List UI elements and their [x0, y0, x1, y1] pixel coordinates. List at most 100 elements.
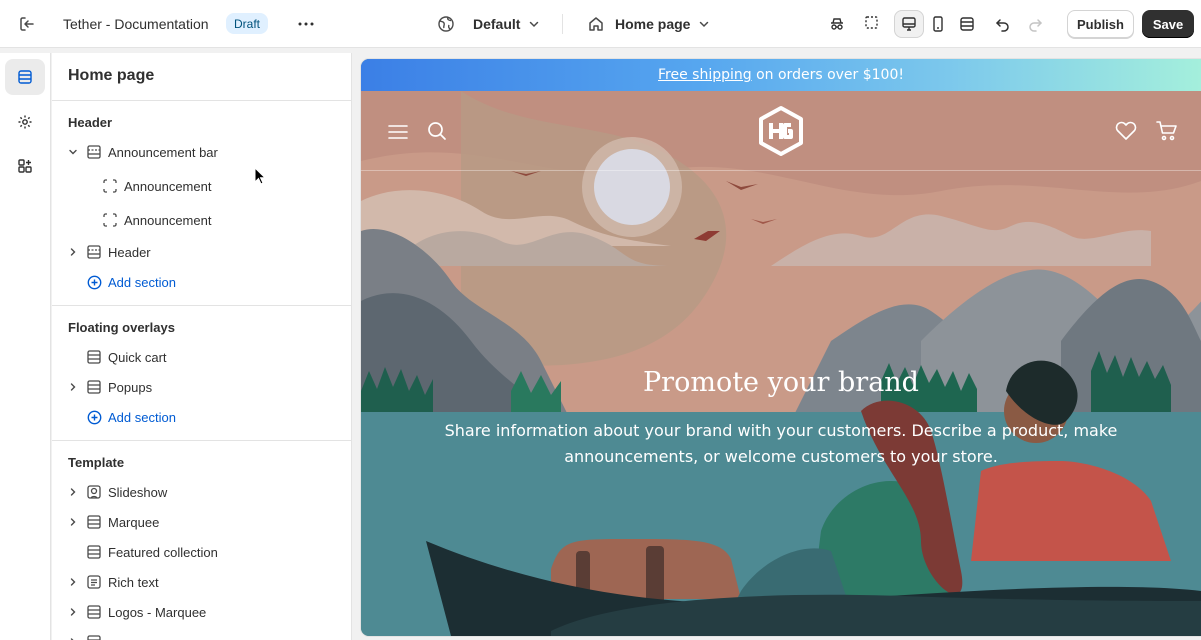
- undo-icon: [994, 15, 1012, 33]
- theme-selector[interactable]: Default: [437, 0, 540, 48]
- theme-label: Default: [473, 16, 521, 32]
- section-icon: [86, 349, 102, 365]
- block-item-announcement[interactable]: Announcement: [52, 206, 351, 234]
- section-label: Logos - Marquee: [108, 604, 207, 620]
- inspector-button[interactable]: [858, 10, 888, 38]
- block-label: Announcement: [124, 178, 212, 194]
- section-icon: [86, 634, 102, 640]
- section-label: Featured collection: [108, 544, 218, 560]
- settings-tab[interactable]: [5, 104, 45, 140]
- page-title: Home page: [68, 67, 155, 84]
- gear-icon: [17, 114, 33, 130]
- top-bar: Tether - Documentation Draft Default Hom…: [0, 0, 1201, 48]
- mouse-cursor-icon: [254, 167, 266, 185]
- block-item-announcement[interactable]: Announcement: [52, 172, 351, 200]
- theme-store-button[interactable]: [822, 10, 852, 38]
- chevron-down-icon: [698, 18, 710, 30]
- chevron-right-icon[interactable]: [66, 380, 80, 394]
- desktop-view-button[interactable]: [894, 10, 924, 38]
- section-label: Quick cart: [108, 349, 167, 365]
- hamburger-icon: [388, 124, 408, 140]
- section-item-featured-collection[interactable]: Featured collection: [52, 538, 351, 566]
- full-width-button[interactable]: [952, 10, 982, 38]
- section-item-partial[interactable]: [52, 628, 351, 640]
- chevron-right-icon[interactable]: [66, 605, 80, 619]
- section-icon: [86, 514, 102, 530]
- menu-button[interactable]: [387, 121, 409, 143]
- block-label: Announcement: [124, 212, 212, 228]
- section-item-announcement-bar[interactable]: Announcement bar: [52, 138, 351, 166]
- save-button[interactable]: Save: [1142, 10, 1194, 38]
- sections-icon: [17, 69, 33, 85]
- sections-tab[interactable]: [5, 59, 45, 95]
- apps-tab[interactable]: [5, 148, 45, 184]
- divider: [52, 305, 351, 306]
- mobile-icon: [929, 15, 947, 33]
- section-label: Popups: [108, 379, 153, 395]
- group-title-template: Template: [68, 455, 125, 470]
- section-label: Marquee: [108, 514, 160, 530]
- chevron-right-icon[interactable]: [66, 485, 80, 499]
- add-section-button[interactable]: Add section: [52, 268, 351, 296]
- redo-icon: [1026, 15, 1044, 33]
- cart-button[interactable]: [1155, 119, 1179, 143]
- page-selector[interactable]: Home page: [587, 0, 710, 48]
- logo-icon: [755, 105, 807, 157]
- cursor-select-icon: [864, 15, 882, 33]
- announcement-text: on orders over $100!: [751, 67, 904, 83]
- chevron-right-icon[interactable]: [66, 515, 80, 529]
- exit-button[interactable]: [14, 0, 40, 48]
- left-rail: [0, 53, 51, 640]
- divider: [52, 440, 351, 441]
- more-actions-button[interactable]: [294, 0, 318, 48]
- mobile-view-button[interactable]: [923, 10, 953, 38]
- hero-description: Share information about your brand with …: [444, 421, 1118, 466]
- more-icon: [298, 22, 314, 26]
- hero-illustration: [361, 91, 1201, 636]
- section-item-header[interactable]: Header: [52, 238, 351, 266]
- group-title-floating-overlays: Floating overlays: [68, 320, 175, 335]
- section-item-quick-cart[interactable]: Quick cart: [52, 343, 351, 371]
- wishlist-button[interactable]: [1115, 120, 1137, 142]
- section-item-rich-text[interactable]: Rich text: [52, 568, 351, 596]
- chevron-down-icon[interactable]: [66, 145, 80, 159]
- hero-title: Promote your brand: [643, 367, 919, 398]
- section-item-logos-marquee[interactable]: Logos - Marquee: [52, 598, 351, 626]
- section-label: Announcement bar: [108, 144, 218, 160]
- section-icon: [86, 604, 102, 620]
- block-icon: [102, 212, 118, 228]
- add-section-button[interactable]: Add section: [52, 403, 351, 431]
- announcement-bar[interactable]: Free shipping on orders over $100!: [361, 59, 1201, 91]
- section-label: Rich text: [108, 574, 159, 590]
- publish-button[interactable]: Publish: [1067, 10, 1134, 38]
- section-label: Slideshow: [108, 484, 168, 500]
- undo-button[interactable]: [988, 10, 1018, 38]
- store-preview: Free shipping on orders over $100! Promo…: [361, 59, 1201, 636]
- add-section-label: Add section: [108, 409, 176, 425]
- text-icon: [86, 574, 102, 590]
- announcement-link[interactable]: Free shipping: [658, 67, 752, 83]
- globe-icon: [437, 15, 455, 33]
- section-sidebar: Home page Header Announcement bar Announ…: [52, 53, 352, 640]
- chevron-right-icon[interactable]: [66, 575, 80, 589]
- chevron-right-icon[interactable]: [66, 635, 80, 640]
- section-label: Header: [108, 244, 151, 260]
- store-logo[interactable]: [754, 104, 808, 158]
- group-title-header: Header: [68, 115, 113, 130]
- heart-icon: [1115, 121, 1137, 141]
- redo-button[interactable]: [1020, 10, 1050, 38]
- chevron-right-icon[interactable]: [66, 245, 80, 259]
- search-button[interactable]: [426, 120, 448, 142]
- section-item-popups[interactable]: Popups: [52, 373, 351, 401]
- section-icon: [86, 144, 102, 160]
- section-item-marquee[interactable]: Marquee: [52, 508, 351, 536]
- plus-circle-icon: [86, 409, 102, 425]
- section-item-slideshow[interactable]: Slideshow: [52, 478, 351, 506]
- search-icon: [427, 121, 447, 141]
- section-icon: [86, 379, 102, 395]
- slideshow-icon: [86, 484, 102, 500]
- plus-circle-icon: [86, 274, 102, 290]
- incognito-icon: [828, 15, 846, 33]
- cart-icon: [1156, 121, 1178, 141]
- divider: [52, 100, 351, 101]
